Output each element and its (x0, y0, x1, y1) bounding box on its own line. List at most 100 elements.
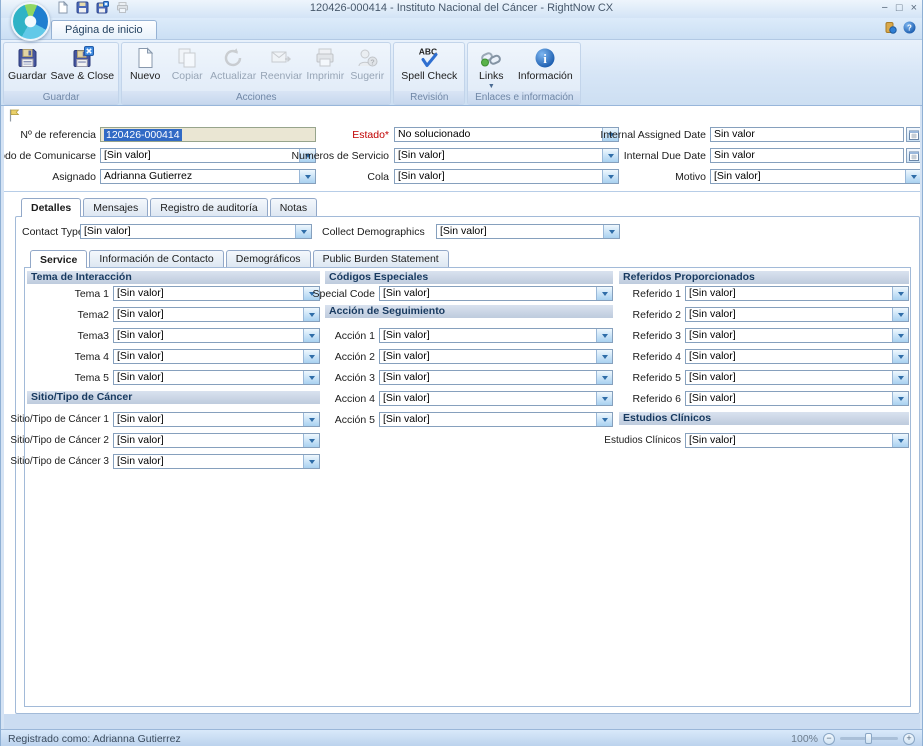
tema-3-combo[interactable]: [Sin valor] (113, 328, 320, 343)
ribbon-group-enlaces: Links ▼ i Información Enlaces e informac… (467, 42, 581, 105)
tema-2-combo[interactable]: [Sin valor] (113, 307, 320, 322)
dropdown-arrow-icon[interactable] (596, 413, 612, 426)
accion-2-label: Acción 2 (305, 350, 375, 363)
sitio-3-combo[interactable]: [Sin valor] (113, 454, 320, 469)
flag-icon[interactable] (7, 108, 21, 122)
spell-check-button[interactable]: ABC Spell Check (396, 44, 462, 91)
tema-4-combo[interactable]: [Sin valor] (113, 349, 320, 364)
zoom-out-button[interactable]: − (823, 733, 835, 745)
dropdown-arrow-icon[interactable] (892, 350, 908, 363)
zoom-slider-handle[interactable] (865, 733, 872, 744)
referido-4-combo[interactable]: [Sin valor] (685, 349, 909, 364)
sitio-2-label: Sitio/Tipo de Cáncer 2 (1, 434, 109, 447)
accion-2-combo[interactable]: [Sin valor] (379, 349, 613, 364)
referido-2-combo[interactable]: [Sin valor] (685, 307, 909, 322)
tab-notas[interactable]: Notas (270, 198, 317, 216)
referido-5-combo[interactable]: [Sin valor] (685, 370, 909, 385)
tab-detalles[interactable]: Detalles (21, 198, 81, 217)
minimize-button[interactable]: − (881, 1, 887, 15)
dropdown-arrow-icon[interactable] (303, 455, 319, 468)
asignado-label: Asignado (1, 170, 96, 183)
combo-value: [Sin valor] (383, 371, 596, 384)
estudios-clinicos-combo[interactable]: [Sin valor] (685, 433, 909, 448)
accion-5-combo[interactable]: [Sin valor] (379, 412, 613, 427)
close-button[interactable]: × (911, 1, 917, 15)
subtab-service[interactable]: Service (30, 250, 87, 268)
left-edge (1, 106, 4, 729)
subtab-public-burden-statement[interactable]: Public Burden Statement (313, 250, 449, 267)
tab-pagina-de-inicio[interactable]: Página de inicio (51, 20, 157, 39)
help-icon[interactable]: ? (903, 21, 916, 37)
dropdown-arrow-icon[interactable] (892, 287, 908, 300)
dropdown-arrow-icon[interactable] (295, 225, 311, 238)
tema-4-label: Tema 4 (1, 350, 109, 363)
dropdown-arrow-icon[interactable] (303, 308, 319, 321)
tab-mensajes[interactable]: Mensajes (83, 198, 148, 216)
referido-6-combo[interactable]: [Sin valor] (685, 391, 909, 406)
bottom-margin (1, 714, 922, 729)
dropdown-arrow-icon[interactable] (892, 434, 908, 447)
save-and-close-button[interactable]: Save & Close (49, 44, 117, 91)
sugerir-button[interactable]: ? Sugerir (346, 44, 388, 91)
imprimir-button[interactable]: Imprimir (304, 44, 346, 91)
app-logo-button[interactable] (11, 2, 50, 41)
dropdown-arrow-icon[interactable] (892, 308, 908, 321)
dropdown-arrow-icon[interactable] (892, 329, 908, 342)
combo-value: [Sin valor] (117, 413, 303, 426)
tema-1-combo[interactable]: [Sin valor] (113, 286, 320, 301)
internal-due-date-field[interactable]: Sin valor (710, 148, 904, 163)
referido-1-combo[interactable]: [Sin valor] (685, 286, 909, 301)
sitio-2-combo[interactable]: [Sin valor] (113, 433, 320, 448)
accion-3-combo[interactable]: [Sin valor] (379, 370, 613, 385)
collect-demographics-combo[interactable]: [Sin valor] (436, 224, 620, 239)
dropdown-arrow-icon[interactable] (603, 225, 619, 238)
estado-label: Estado* (251, 128, 389, 141)
section-header-estudios: Estudios Clínicos (619, 412, 909, 425)
contact-type-combo[interactable]: [Sin valor] (80, 224, 312, 239)
dropdown-arrow-icon[interactable] (905, 170, 921, 183)
quick-new-button[interactable] (55, 1, 70, 16)
links-button[interactable]: Links ▼ (470, 44, 512, 91)
quick-save-close-button[interactable] (95, 1, 110, 16)
guardar-button[interactable]: Guardar (6, 44, 49, 91)
motivo-combo[interactable]: [Sin valor] (710, 169, 922, 184)
zoom-in-button[interactable]: + (903, 733, 915, 745)
service-subtabs: Service Información de Contacto Demográf… (30, 250, 449, 268)
copiar-button[interactable]: Copiar (166, 44, 208, 91)
special-code-combo[interactable]: [Sin valor] (379, 286, 613, 301)
status-icon[interactable] (884, 21, 897, 37)
spellcheck-icon: ABC (417, 46, 441, 70)
dropdown-arrow-icon[interactable] (892, 392, 908, 405)
combo-value: [Sin valor] (117, 329, 303, 342)
dropdown-arrow-icon[interactable] (892, 371, 908, 384)
reenviar-button[interactable]: Reenviar (258, 44, 304, 91)
suggest-icon: ? (355, 46, 379, 70)
combo-value: [Sin valor] (689, 329, 892, 342)
referido-3-combo[interactable]: [Sin valor] (685, 328, 909, 343)
tema-5-combo[interactable]: [Sin valor] (113, 370, 320, 385)
combo-value: [Sin valor] (383, 392, 596, 405)
maximize-button[interactable]: □ (896, 1, 903, 15)
quick-print-button[interactable] (115, 1, 130, 16)
button-label: Save & Close (51, 71, 115, 82)
workspace: Nº de referencia 120426-000414 Estado* N… (1, 106, 922, 729)
tab-registro-de-auditoria[interactable]: Registro de auditoría (150, 198, 267, 216)
actualizar-button[interactable]: Actualizar (208, 44, 258, 91)
ribbon-group-acciones: Nuevo Copiar Actualizar Reenviar Imprimi… (121, 42, 391, 105)
zoom-slider[interactable] (840, 737, 898, 740)
internal-assigned-date-field[interactable]: Sin valor (710, 127, 904, 142)
button-label: Copiar (172, 71, 203, 82)
accion-1-combo[interactable]: [Sin valor] (379, 328, 613, 343)
sitio-1-label: Sitio/Tipo de Cáncer 1 (1, 413, 109, 426)
sitio-1-combo[interactable]: [Sin valor] (113, 412, 320, 427)
dropdown-arrow-icon[interactable] (303, 434, 319, 447)
subtab-demograficos[interactable]: Demográficos (226, 250, 311, 267)
status-bar: Registrado como: Adrianna Gutierrez 100%… (1, 729, 922, 746)
print-icon (116, 1, 129, 17)
quick-save-button[interactable] (75, 1, 90, 16)
accion-4-combo[interactable]: [Sin valor] (379, 391, 613, 406)
forward-icon (269, 46, 293, 70)
informacion-button[interactable]: i Información (512, 44, 578, 91)
subtab-informacion-de-contacto[interactable]: Información de Contacto (89, 250, 223, 267)
nuevo-button[interactable]: Nuevo (124, 44, 166, 91)
